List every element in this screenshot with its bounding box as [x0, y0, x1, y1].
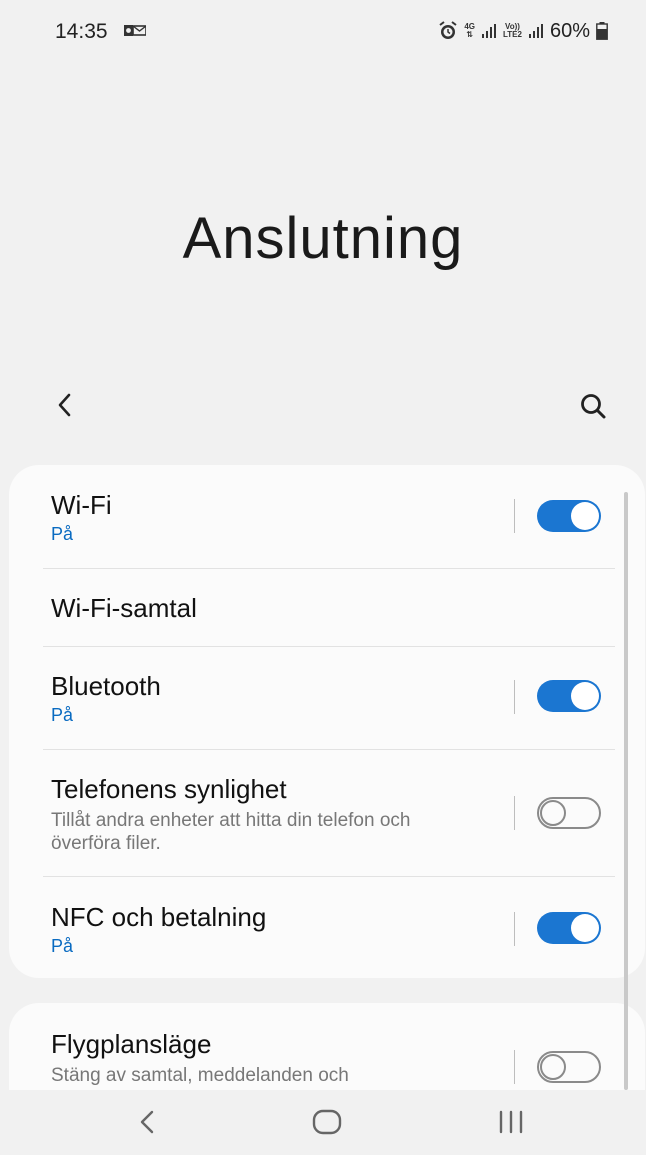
- airplane-title: Flygplansläge: [51, 1029, 212, 1059]
- signal-icon-1: [482, 24, 496, 38]
- bluetooth-title: Bluetooth: [51, 671, 161, 701]
- wifi-calling-title: Wi-Fi-samtal: [51, 593, 197, 623]
- nfc-status: På: [51, 936, 74, 956]
- outlook-icon: [124, 25, 146, 36]
- volte-label-bottom: LTE2: [503, 30, 522, 39]
- bluetooth-separator: [514, 680, 515, 714]
- bluetooth-status: På: [51, 705, 74, 725]
- toggle-knob: [571, 682, 599, 710]
- nfc-row[interactable]: NFC och betalning På: [9, 877, 645, 978]
- airplane-description: Stäng av samtal, meddelanden och: [51, 1065, 349, 1086]
- wifi-row[interactable]: Wi-Fi På: [9, 465, 645, 568]
- status-indicators: 4G ⇅ Vo)) LTE2 60%: [438, 18, 608, 44]
- search-icon[interactable]: [576, 389, 610, 423]
- alarm-icon: [439, 21, 457, 39]
- phone-visibility-row[interactable]: Telefonens synlighet Tillåt andra enhete…: [9, 750, 645, 876]
- scrollbar[interactable]: [624, 492, 628, 1090]
- nfc-separator: [514, 912, 515, 946]
- wifi-title: Wi-Fi: [51, 490, 112, 520]
- back-arrow-icon[interactable]: [50, 388, 84, 422]
- navigation-bar: [0, 1090, 646, 1155]
- nav-back-icon[interactable]: [126, 1100, 170, 1144]
- signal-icon-2: [528, 24, 543, 38]
- toggle-knob: [540, 1054, 566, 1080]
- wifi-status: På: [51, 524, 74, 544]
- wifi-calling-row[interactable]: Wi-Fi-samtal: [9, 569, 645, 646]
- volte-indicator: Vo)) LTE2: [503, 23, 522, 39]
- battery-icon: [596, 22, 608, 40]
- data-arrows-icon: ⇅: [466, 30, 474, 39]
- network-type-indicator: 4G ⇅: [464, 23, 475, 39]
- wifi-separator: [514, 499, 515, 533]
- connections-card: Wi-Fi På Wi-Fi-samtal Bluetooth På Telef…: [9, 465, 645, 978]
- toggle-knob: [571, 914, 599, 942]
- toggle-knob: [571, 502, 599, 530]
- page-title: Anslutning: [182, 206, 464, 271]
- bluetooth-toggle[interactable]: [537, 680, 601, 712]
- wifi-toggle[interactable]: [537, 500, 601, 532]
- battery-percent: 60%: [549, 19, 590, 42]
- airplane-separator: [514, 1050, 515, 1084]
- visibility-toggle[interactable]: [537, 797, 601, 829]
- visibility-separator: [514, 796, 515, 830]
- status-bar: 14:35 4G ⇅ Vo)) LTE2 60%: [0, 0, 646, 64]
- nfc-toggle[interactable]: [537, 912, 601, 944]
- airplane-toggle[interactable]: [537, 1051, 601, 1083]
- nfc-title: NFC och betalning: [51, 902, 267, 932]
- nav-recents-icon[interactable]: [489, 1100, 533, 1144]
- status-time: 14:35: [55, 20, 108, 43]
- visibility-title: Telefonens synlighet: [51, 774, 287, 804]
- bluetooth-row[interactable]: Bluetooth På: [9, 647, 645, 749]
- visibility-description: Tillåt andra enheter att hitta din telef…: [51, 810, 411, 854]
- nav-home-icon[interactable]: [305, 1100, 349, 1144]
- toggle-knob: [540, 800, 566, 826]
